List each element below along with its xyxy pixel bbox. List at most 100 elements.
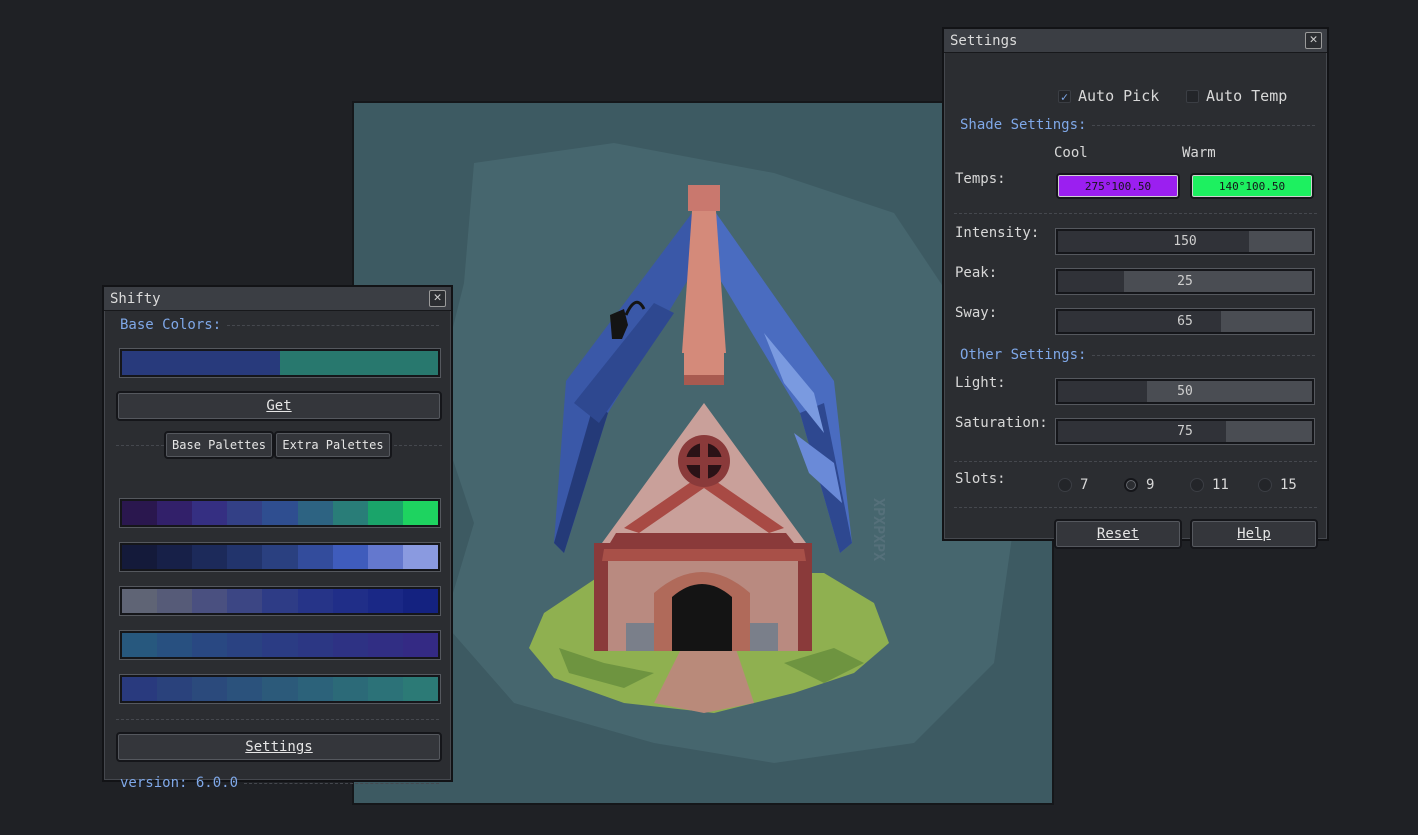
slot-option-7[interactable]: 7 bbox=[1058, 477, 1088, 493]
palette-swatch[interactable] bbox=[122, 677, 158, 701]
slots-label: Slots: bbox=[955, 471, 1006, 487]
saturation-label: Saturation: bbox=[955, 415, 1048, 431]
palette-swatch[interactable] bbox=[227, 501, 263, 525]
get-button[interactable]: Get bbox=[116, 391, 442, 421]
base-color-swatch[interactable] bbox=[280, 351, 438, 375]
palette-swatch[interactable] bbox=[332, 545, 368, 569]
palette-swatch[interactable] bbox=[332, 677, 368, 701]
chimney-top bbox=[688, 185, 720, 211]
palette-swatch[interactable] bbox=[297, 545, 333, 569]
auto-temp-checkbox[interactable]: Auto Temp bbox=[1186, 87, 1287, 105]
tab-base-palettes-label: Base Palettes bbox=[172, 438, 266, 452]
palette-row[interactable] bbox=[120, 631, 440, 659]
palette-swatch[interactable] bbox=[227, 677, 263, 701]
base-colors-heading: Base Colors: bbox=[120, 317, 439, 333]
shifty-close-icon[interactable]: ✕ bbox=[429, 290, 446, 307]
radio-icon bbox=[1258, 478, 1272, 492]
help-button[interactable]: Help bbox=[1190, 519, 1318, 549]
tab-extra-palettes[interactable]: Extra Palettes bbox=[274, 431, 392, 459]
sway-value: 65 bbox=[1177, 314, 1193, 329]
settings-button[interactable]: Settings bbox=[116, 732, 442, 762]
palette-swatch[interactable] bbox=[227, 633, 263, 657]
palette-swatch[interactable] bbox=[367, 545, 403, 569]
palette-swatch[interactable] bbox=[157, 589, 193, 613]
tab-base-palettes[interactable]: Base Palettes bbox=[164, 431, 274, 459]
palette-swatch[interactable] bbox=[262, 589, 298, 613]
palette-swatch[interactable] bbox=[297, 589, 333, 613]
saturation-slider[interactable]: 75 bbox=[1056, 419, 1314, 444]
slot-option-label: 7 bbox=[1080, 477, 1089, 493]
help-button-label: Help bbox=[1237, 526, 1271, 542]
light-value: 50 bbox=[1177, 384, 1193, 399]
warm-temp-value: 140°100.50 bbox=[1218, 179, 1286, 193]
auto-temp-box-icon bbox=[1186, 89, 1199, 103]
reset-button[interactable]: Reset bbox=[1054, 519, 1182, 549]
palette-swatch[interactable] bbox=[122, 589, 158, 613]
palette-row[interactable] bbox=[120, 543, 440, 571]
palette-swatch[interactable] bbox=[402, 633, 438, 657]
palette-row[interactable] bbox=[120, 675, 440, 703]
palette-swatch[interactable] bbox=[297, 501, 333, 525]
other-settings-label: Other Settings: bbox=[960, 347, 1087, 363]
radio-selected-icon bbox=[1124, 478, 1138, 492]
peak-slider[interactable]: 25 bbox=[1056, 269, 1314, 294]
slot-option-9[interactable]: 9 bbox=[1124, 477, 1154, 493]
intensity-label: Intensity: bbox=[955, 225, 1040, 241]
palette-swatch[interactable] bbox=[192, 589, 228, 613]
palette-swatch[interactable] bbox=[192, 501, 228, 525]
intensity-slider[interactable]: 150 bbox=[1056, 229, 1314, 254]
shifty-window: Shifty ✕ Base Colors: Get Base Palettes … bbox=[102, 285, 453, 791]
slot-option-15[interactable]: 15 bbox=[1258, 477, 1297, 493]
auto-pick-checkbox[interactable]: ✓ Auto Pick bbox=[1058, 87, 1159, 105]
palette-swatch[interactable] bbox=[157, 677, 193, 701]
palette-swatch[interactable] bbox=[367, 677, 403, 701]
auto-temp-label: Auto Temp bbox=[1206, 87, 1288, 105]
palette-swatch[interactable] bbox=[402, 545, 438, 569]
palette-row[interactable] bbox=[120, 587, 440, 615]
shifty-title: Shifty bbox=[110, 290, 161, 307]
cool-temp-swatch[interactable]: 275°100.50 bbox=[1056, 173, 1180, 199]
palette-swatch[interactable] bbox=[402, 677, 438, 701]
palette-swatch[interactable] bbox=[367, 589, 403, 613]
palette-swatch[interactable] bbox=[192, 633, 228, 657]
palette-swatch[interactable] bbox=[122, 633, 158, 657]
shade-settings-label: Shade Settings: bbox=[960, 117, 1087, 133]
palette-swatch[interactable] bbox=[332, 633, 368, 657]
palette-swatch[interactable] bbox=[262, 545, 298, 569]
palette-row[interactable] bbox=[120, 499, 440, 527]
light-slider[interactable]: 50 bbox=[1056, 379, 1314, 404]
palette-swatch[interactable] bbox=[122, 501, 158, 525]
palette-swatch[interactable] bbox=[122, 545, 158, 569]
base-colors-swatch[interactable] bbox=[120, 349, 440, 377]
slot-option-11[interactable]: 11 bbox=[1190, 477, 1229, 493]
palette-swatch[interactable] bbox=[262, 501, 298, 525]
base-colors-label: Base Colors: bbox=[120, 317, 222, 333]
settings-close-icon[interactable]: ✕ bbox=[1305, 32, 1322, 49]
palette-swatch[interactable] bbox=[227, 545, 263, 569]
palette-swatch[interactable] bbox=[192, 545, 228, 569]
warm-temp-swatch[interactable]: 140°100.50 bbox=[1190, 173, 1314, 199]
base-color-swatch[interactable] bbox=[122, 351, 280, 375]
shifty-titlebar[interactable]: Shifty ✕ bbox=[104, 287, 451, 311]
sway-slider[interactable]: 65 bbox=[1056, 309, 1314, 334]
palette-swatch[interactable] bbox=[227, 589, 263, 613]
temps-label: Temps: bbox=[955, 171, 1006, 187]
palette-swatch[interactable] bbox=[332, 501, 368, 525]
settings-titlebar[interactable]: Settings ✕ bbox=[944, 29, 1327, 53]
reset-button-label: Reset bbox=[1096, 526, 1140, 542]
palette-swatch[interactable] bbox=[332, 589, 368, 613]
palette-swatch[interactable] bbox=[192, 677, 228, 701]
radio-icon bbox=[1190, 478, 1204, 492]
palette-swatch[interactable] bbox=[157, 545, 193, 569]
palette-swatch[interactable] bbox=[157, 633, 193, 657]
settings-title: Settings bbox=[950, 32, 1018, 49]
palette-swatch[interactable] bbox=[297, 677, 333, 701]
palette-swatch[interactable] bbox=[297, 633, 333, 657]
palette-swatch[interactable] bbox=[262, 677, 298, 701]
palette-swatch[interactable] bbox=[402, 501, 438, 525]
palette-swatch[interactable] bbox=[367, 501, 403, 525]
palette-swatch[interactable] bbox=[402, 589, 438, 613]
palette-swatch[interactable] bbox=[157, 501, 193, 525]
palette-swatch[interactable] bbox=[367, 633, 403, 657]
palette-swatch[interactable] bbox=[262, 633, 298, 657]
